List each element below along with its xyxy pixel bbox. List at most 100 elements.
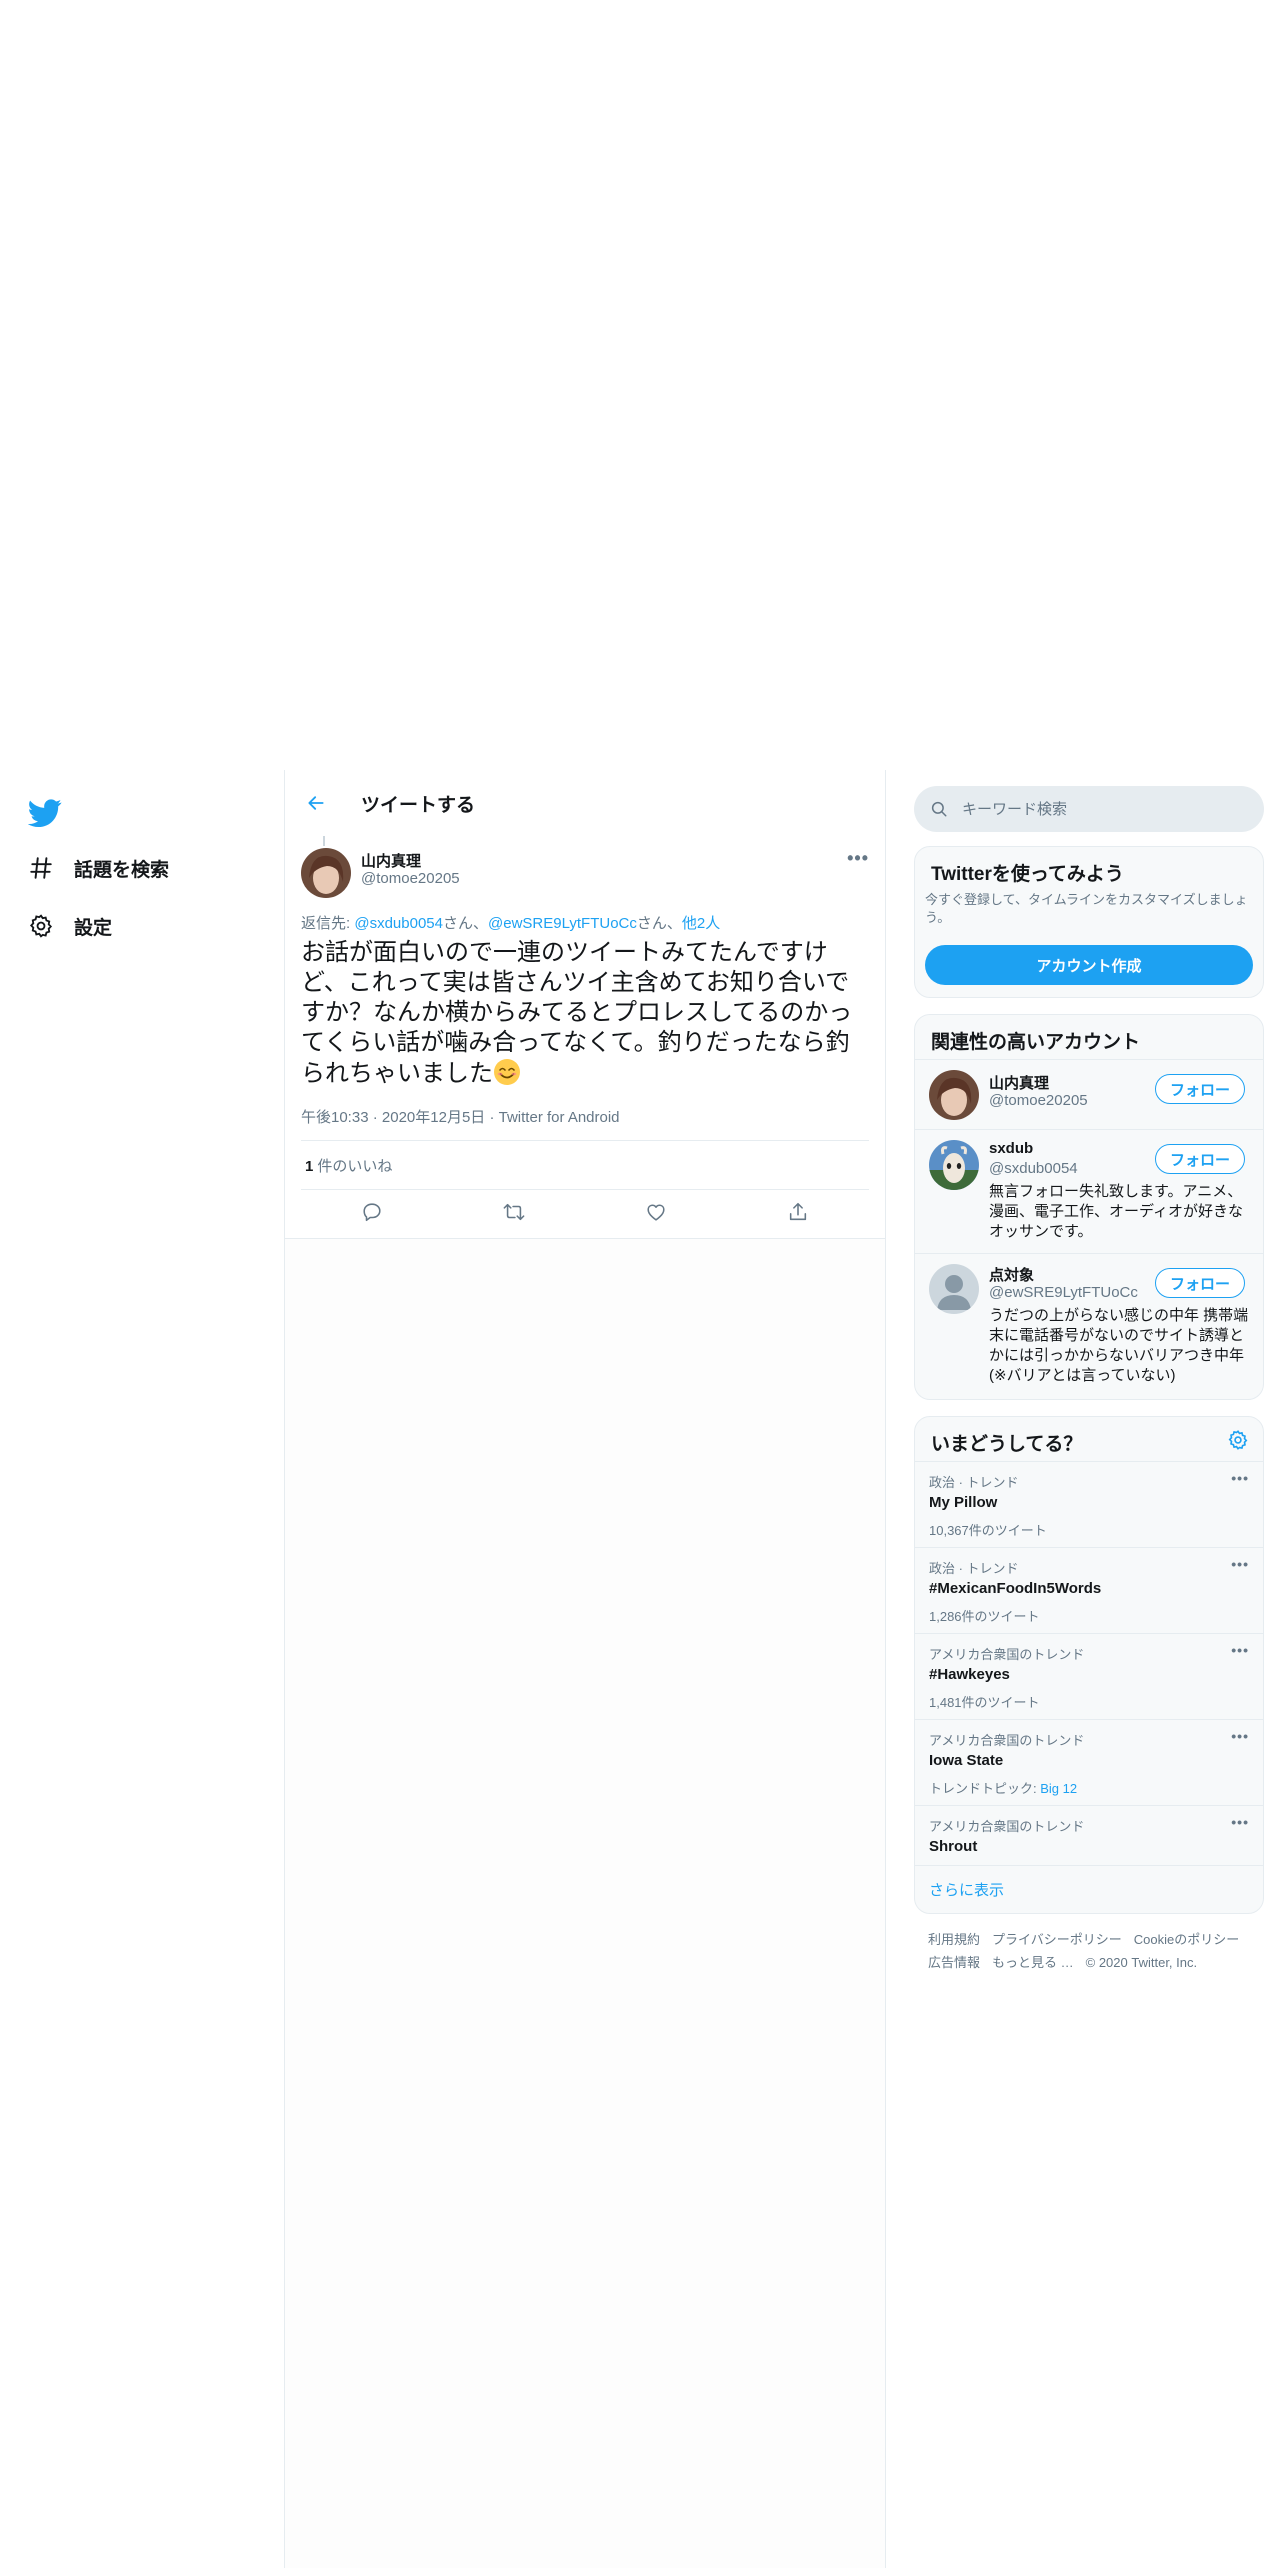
account-item[interactable]: 山内真理 @tomoe20205 フォロー bbox=[915, 1059, 1263, 1130]
trend-topic-link[interactable]: Big 12 bbox=[1040, 1781, 1077, 1796]
reply-to-label: 返信先: bbox=[301, 915, 355, 932]
trend-count: 1,286件のツイート bbox=[929, 1609, 1040, 1624]
trend-context: 政治 · トレンド bbox=[929, 1475, 1019, 1490]
account-item[interactable]: 点対象 @ewSRE9LytFTUoCc フォロー うだつの上がらない感じの中年… bbox=[915, 1253, 1263, 1399]
trend-name: #MexicanFoodIn5Words bbox=[929, 1580, 1102, 1597]
divider bbox=[301, 1140, 869, 1141]
related-accounts-card: 関連性の高いアカウント 山内真理 @tomoe20205 フォロー sxdub … bbox=[914, 1014, 1264, 1400]
account-name: 点対象 bbox=[989, 1267, 1035, 1284]
trend-context: アメリカ合衆国のトレンド bbox=[929, 1647, 1085, 1662]
trends-card: いまどうしてる？ 政治 · トレンド My Pillow 10,367件のツイー… bbox=[914, 1416, 1264, 1914]
divider bbox=[301, 1189, 869, 1190]
arrow-left-icon bbox=[308, 796, 324, 810]
trend-context: 政治 · トレンド bbox=[929, 1561, 1019, 1576]
nav-item-explore[interactable]: 話題を検索 bbox=[28, 846, 169, 890]
trend-item[interactable]: アメリカ合衆国のトレンド Shrout ••• bbox=[915, 1805, 1263, 1866]
more-options-icon[interactable]: ••• bbox=[1231, 1556, 1249, 1572]
footer-link-privacy[interactable]: プライバシーポリシー bbox=[992, 1932, 1122, 1947]
signup-title: Twitterを使ってみよう bbox=[931, 864, 1124, 885]
more-options-icon[interactable]: ••• bbox=[1231, 1642, 1249, 1658]
reply-icon bbox=[363, 1203, 381, 1222]
likes-stat[interactable]: 1 件のいいね bbox=[305, 1155, 392, 1176]
trend-count: 10,367件のツイート bbox=[929, 1523, 1047, 1538]
retweet-button[interactable] bbox=[497, 1195, 531, 1229]
meta-separator: · bbox=[372, 1109, 378, 1126]
trend-name: Iowa State bbox=[929, 1752, 1004, 1769]
avatar[interactable] bbox=[929, 1070, 979, 1120]
account-bio: うだつの上がらない感じの中年 携帯端末に電話番号がないのでサイト誘導とかには引っ… bbox=[989, 1307, 1249, 1384]
like-count: 1 bbox=[305, 1158, 314, 1175]
tweet-body: お話が面白いので一連のツイートみてたんですけど、これって実は皆さんツイ主含めてお… bbox=[301, 939, 853, 1087]
create-account-button[interactable]: アカウント作成 bbox=[925, 945, 1253, 985]
trend-context: アメリカ合衆国のトレンド bbox=[929, 1733, 1085, 1748]
trends-title: いまどうしてる？ bbox=[931, 1434, 1083, 1455]
twitter-logo-icon[interactable] bbox=[28, 796, 62, 830]
footer-link-ads[interactable]: 広告情報 bbox=[928, 1955, 980, 1970]
signup-card: Twitterを使ってみよう 今すぐ登録して、タイムラインをカスタマイズしましょ… bbox=[914, 846, 1264, 998]
search-input[interactable] bbox=[960, 799, 1234, 819]
follow-button[interactable]: フォロー bbox=[1155, 1268, 1245, 1298]
heart-icon bbox=[647, 1204, 665, 1221]
thread-line bbox=[323, 836, 325, 846]
related-title: 関連性の高いアカウント bbox=[931, 1032, 1141, 1053]
share-button[interactable] bbox=[781, 1195, 815, 1229]
mention-link[interactable]: @ewSRE9LytFTUoCc bbox=[488, 915, 637, 932]
trend-item[interactable]: 政治 · トレンド #MexicanFoodIn5Words 1,286件のツイ… bbox=[915, 1547, 1263, 1634]
nav-item-settings[interactable]: 設定 bbox=[28, 904, 112, 948]
avatar[interactable] bbox=[929, 1140, 979, 1190]
avatar[interactable] bbox=[929, 1264, 979, 1314]
tweet-date[interactable]: 2020年12月5日 bbox=[382, 1109, 485, 1126]
author-name[interactable]: 山内真理 bbox=[361, 850, 421, 871]
nav-item-label: 設定 bbox=[74, 917, 113, 939]
footer-link-cookies[interactable]: Cookieのポリシー bbox=[1134, 1932, 1239, 1947]
column-header: ツイートする bbox=[285, 770, 885, 837]
avatar[interactable] bbox=[301, 848, 351, 898]
reply-separator: 、 bbox=[666, 915, 682, 932]
nav-item-label: 話題を検索 bbox=[74, 859, 170, 881]
follow-button[interactable]: フォロー bbox=[1155, 1074, 1245, 1104]
tweet-time[interactable]: 午後10:33 bbox=[301, 1109, 369, 1126]
search-bar[interactable] bbox=[914, 786, 1264, 832]
footer-link-more[interactable]: もっと見る … bbox=[992, 1955, 1074, 1970]
more-options-icon[interactable]: ••• bbox=[1231, 1728, 1249, 1744]
mention-link[interactable]: @sxdub0054 bbox=[354, 915, 443, 932]
author-handle[interactable]: @tomoe20205 bbox=[361, 870, 460, 887]
footer-link-terms[interactable]: 利用規約 bbox=[928, 1932, 980, 1947]
trend-topic-label: トレンドトピック: bbox=[929, 1781, 1041, 1796]
trend-name: Shrout bbox=[929, 1838, 978, 1855]
reply-button[interactable] bbox=[355, 1195, 389, 1229]
like-button[interactable] bbox=[639, 1195, 673, 1229]
account-item[interactable]: sxdub @sxdub0054 フォロー 無言フォロー失礼致します。アニメ、漫… bbox=[915, 1129, 1263, 1254]
account-bio: 無言フォロー失礼致します。アニメ、漫画、電子工作、オーディオが好きなオッサンです… bbox=[989, 1183, 1243, 1240]
follow-button[interactable]: フォロー bbox=[1155, 1144, 1245, 1174]
more-options-icon[interactable]: ••• bbox=[1231, 1814, 1249, 1830]
account-handle: @sxdub0054 bbox=[989, 1160, 1078, 1177]
account-name: sxdub bbox=[989, 1140, 1034, 1157]
trend-item[interactable]: アメリカ合衆国のトレンド #Hawkeyes 1,481件のツイート ••• bbox=[915, 1633, 1263, 1720]
main-column: ツイートする 山内真理 @tomoe20205 ••• 返信先: @sxdub0… bbox=[284, 770, 886, 2568]
trends-settings-icon[interactable] bbox=[1227, 1429, 1249, 1451]
trend-item[interactable]: アメリカ合衆国のトレンド Iowa State トレンドトピック: Big 12… bbox=[915, 1719, 1263, 1806]
account-handle: @tomoe20205 bbox=[989, 1092, 1088, 1109]
account-name: 山内真理 bbox=[989, 1075, 1050, 1092]
tweet-detail: 山内真理 @tomoe20205 ••• 返信先: @sxdub0054さん、@… bbox=[285, 836, 885, 1239]
divider bbox=[915, 1865, 1263, 1866]
trend-name: #Hawkeyes bbox=[929, 1666, 1010, 1683]
smiling-face-icon bbox=[493, 1058, 521, 1086]
reply-others-link[interactable]: 他2人 bbox=[682, 915, 720, 932]
tweet-source[interactable]: Twitter for Android bbox=[499, 1109, 620, 1126]
trend-count: 1,481件のツイート bbox=[929, 1695, 1040, 1710]
meta-separator: · bbox=[489, 1109, 495, 1126]
reply-suffix: さん bbox=[636, 915, 667, 932]
reply-suffix: さん bbox=[442, 915, 473, 932]
tweet-timestamp: 午後10:33 · 2020年12月5日 · Twitter for Andro… bbox=[301, 1106, 620, 1127]
trend-context: アメリカ合衆国のトレンド bbox=[929, 1819, 1085, 1834]
more-options-icon[interactable]: ••• bbox=[1231, 1470, 1249, 1486]
page-title: ツイートする bbox=[361, 795, 476, 816]
back-button[interactable] bbox=[299, 786, 333, 820]
more-options-icon[interactable]: ••• bbox=[847, 848, 869, 869]
trend-item[interactable]: 政治 · トレンド My Pillow 10,367件のツイート ••• bbox=[915, 1461, 1263, 1548]
show-more-link[interactable]: さらに表示 bbox=[929, 1879, 1004, 1900]
retweet-icon bbox=[503, 1203, 525, 1221]
search-icon bbox=[930, 800, 948, 818]
